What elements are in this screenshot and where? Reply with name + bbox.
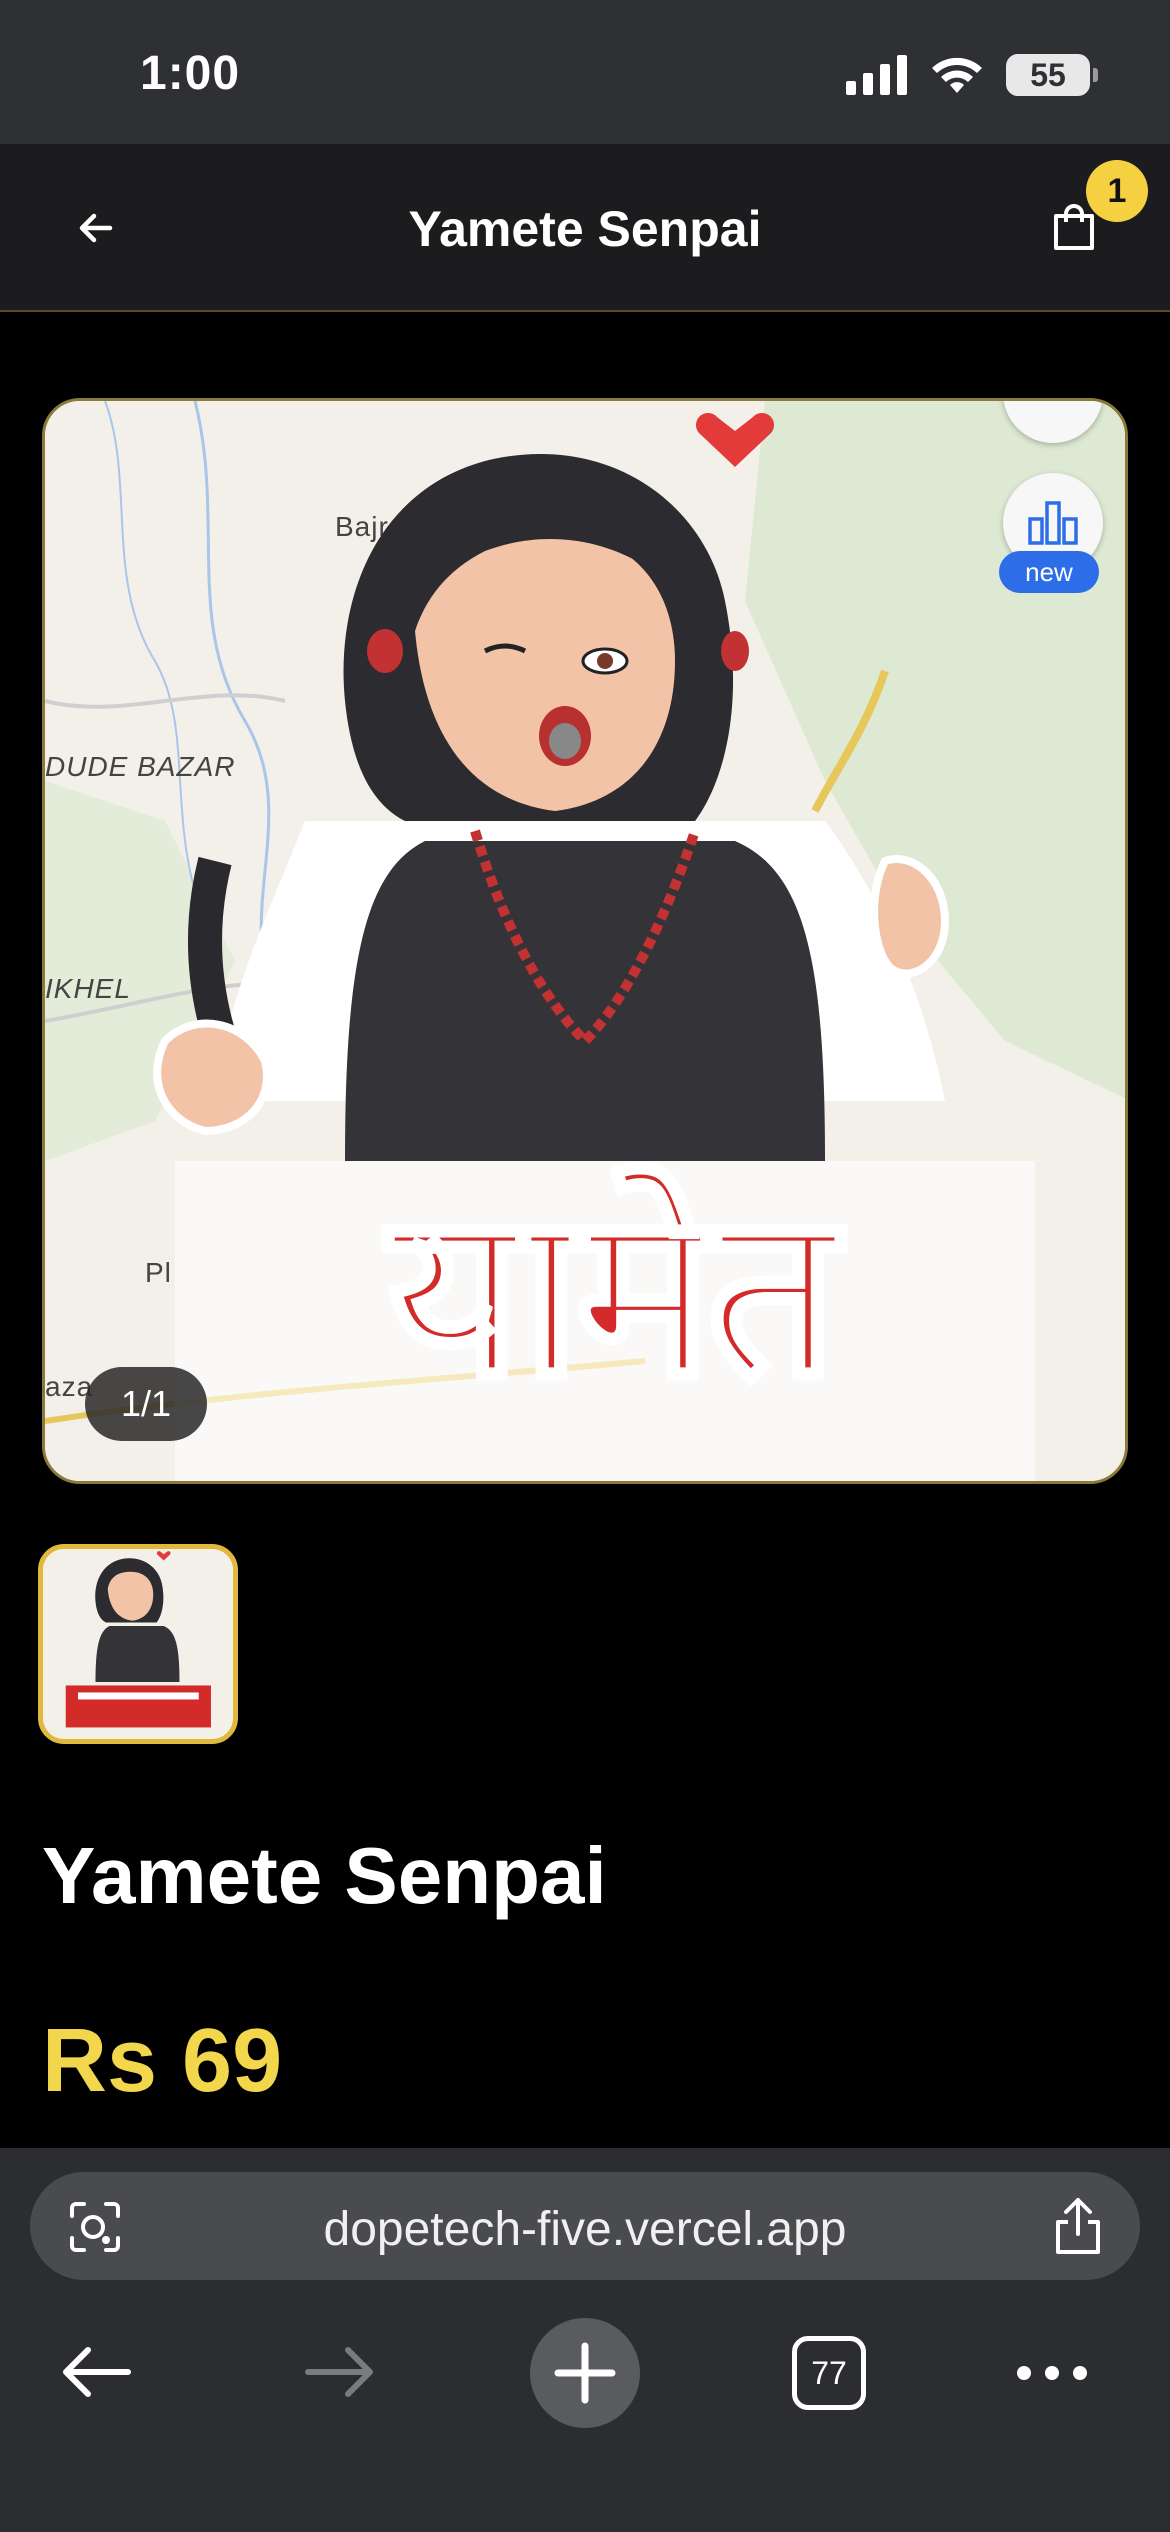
forward-arrow-icon[interactable] [302, 2342, 378, 2402]
share-icon[interactable] [1050, 2196, 1106, 2256]
thumbnail-artwork [43, 1549, 233, 1739]
back-arrow-icon[interactable] [58, 2342, 134, 2402]
signal-icon [846, 55, 907, 95]
product-name: Yamete Senpai [42, 1831, 607, 1920]
cart-count-badge: 1 [1086, 160, 1148, 222]
artwork-caption: यामेत [385, 1162, 841, 1429]
url-text: dopetech-five.vercel.app [323, 2203, 847, 2256]
app-header: Yamete Senpai [0, 144, 1170, 312]
new-badge: new [999, 551, 1099, 593]
bar-chart-icon [1028, 501, 1078, 545]
page-title: Yamete Senpai [408, 201, 762, 257]
plus-icon [554, 2342, 616, 2404]
product-image[interactable]: Bajra DUDE BAZAR IKHEL Pl aza यामेत new … [42, 398, 1128, 1484]
new-tab-button[interactable] [530, 2318, 640, 2428]
status-icons: 55 [846, 54, 1098, 96]
image-counter: 1/1 [85, 1367, 207, 1441]
browser-toolbar: dopetech-five.vercel.app 77 [0, 2148, 1170, 2532]
battery-icon: 55 [1006, 54, 1098, 96]
product-price: Rs 69 [42, 2011, 283, 2111]
tabs-button[interactable]: 77 [792, 2336, 866, 2410]
status-time: 1:00 [140, 47, 241, 100]
more-icon[interactable] [1014, 2358, 1090, 2388]
browser-nav-row: 77 [0, 2308, 1170, 2438]
wifi-icon [932, 57, 982, 93]
image-thumbnail[interactable] [38, 1544, 238, 1744]
address-bar[interactable]: dopetech-five.vercel.app [30, 2172, 1140, 2280]
status-bar: 1:00 55 [0, 0, 1170, 144]
